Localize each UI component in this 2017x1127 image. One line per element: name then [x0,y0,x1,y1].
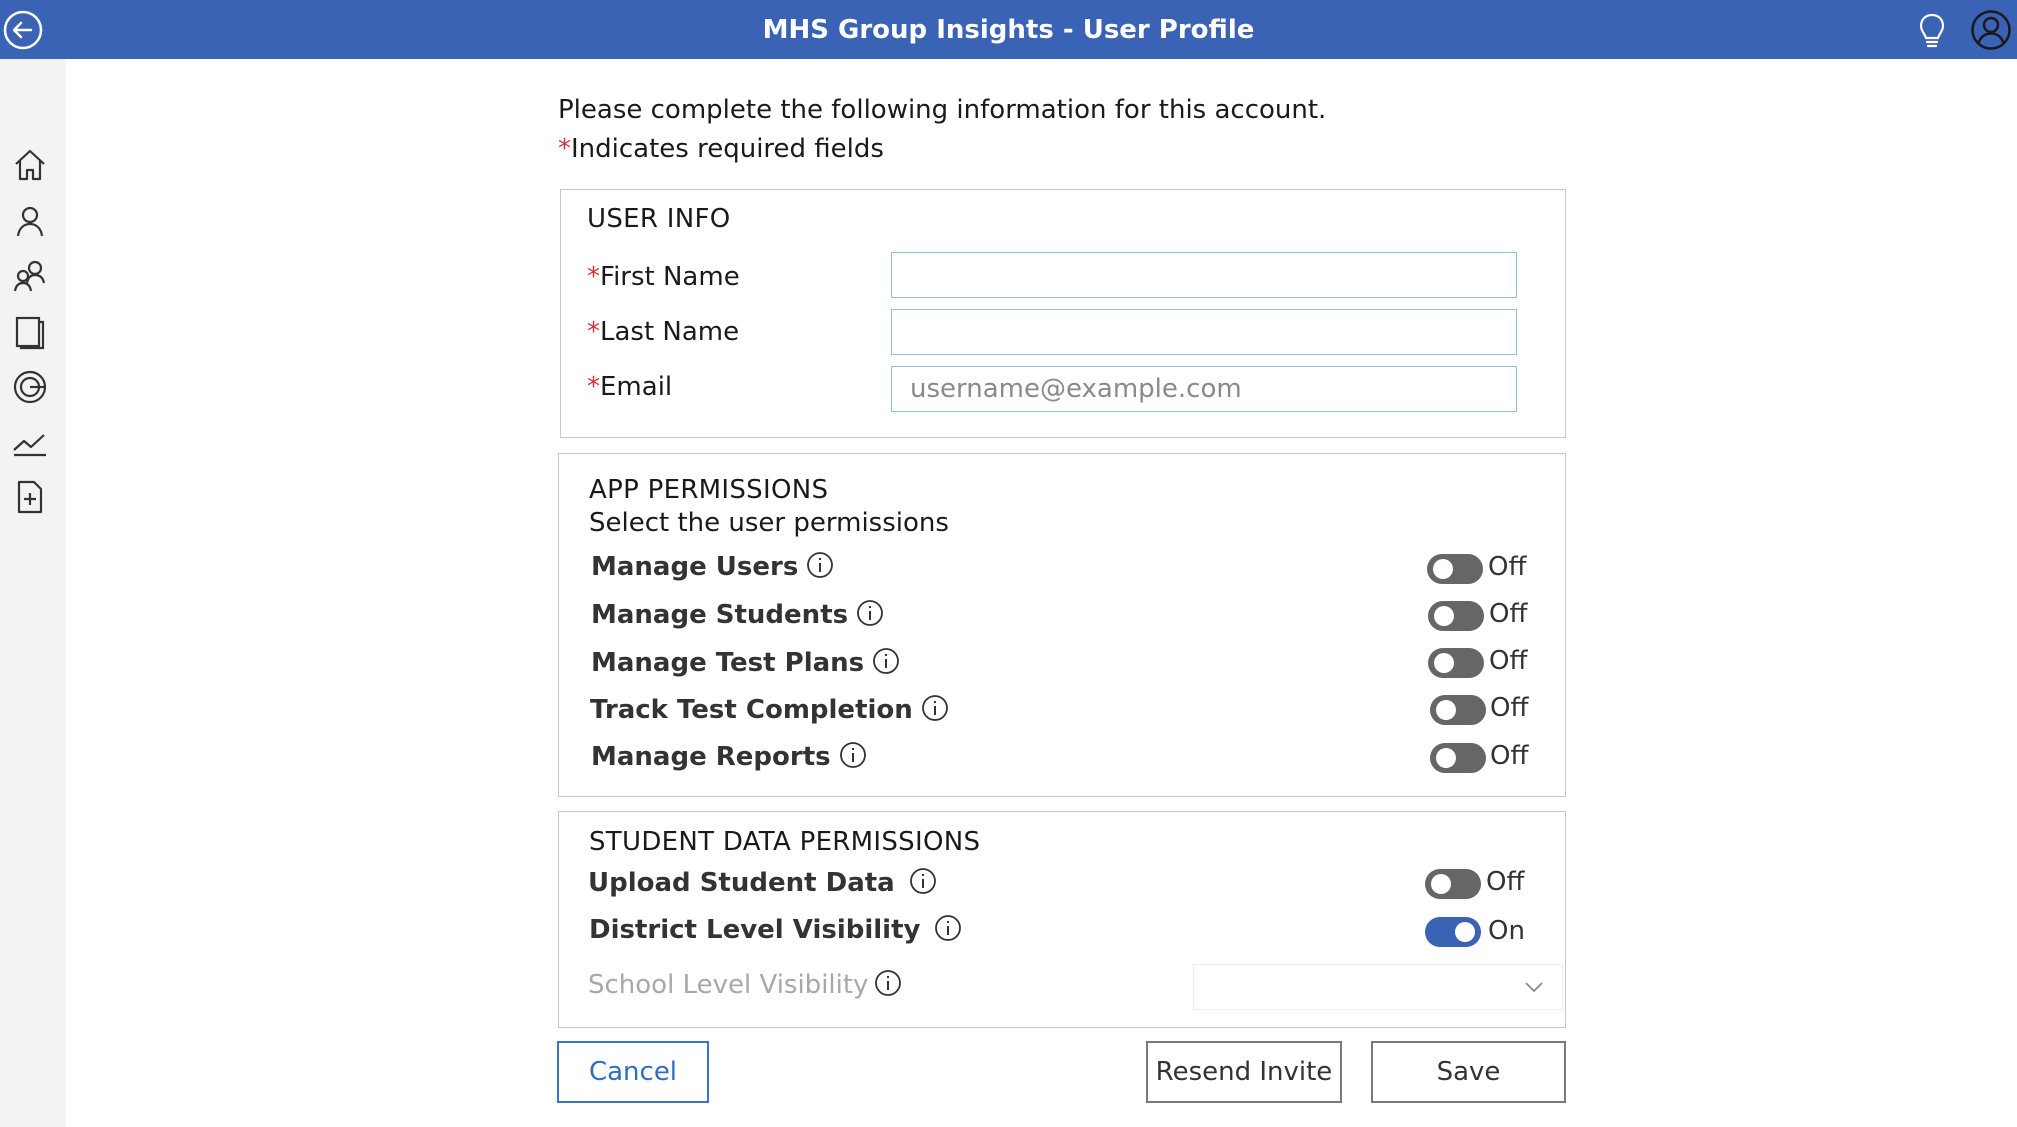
info-icon[interactable] [856,599,884,627]
manage-users-state: Off [1488,552,1527,582]
required-note: *Indicates required fields [558,134,884,164]
perm-upload-student-data-label: Upload Student Data [588,867,937,898]
manage-reports-state: Off [1490,741,1529,771]
add-document-icon[interactable] [11,478,49,516]
save-button[interactable]: Save [1371,1041,1566,1103]
student-data-permissions-section: STUDENT DATA PERMISSIONS Upload Student … [558,811,1566,1028]
account-icon[interactable] [1970,9,2012,51]
cancel-button[interactable]: Cancel [557,1041,709,1103]
info-icon[interactable] [839,741,867,769]
student-data-permissions-title: STUDENT DATA PERMISSIONS [589,827,981,857]
manage-test-plans-toggle[interactable] [1428,648,1484,678]
trend-chart-icon[interactable] [11,423,49,461]
lightbulb-icon[interactable] [1915,12,1949,50]
intro-text: Please complete the following informatio… [558,95,1327,125]
sidebar [0,59,66,1127]
top-bar: MHS Group Insights - User Profile [0,0,2017,59]
perm-manage-reports-label: Manage Reports [591,741,867,772]
last-name-label: *Last Name [587,317,740,347]
resend-invite-button[interactable]: Resend Invite [1146,1041,1342,1103]
first-name-input[interactable] [891,252,1517,298]
email-label: *Email [587,372,673,402]
perm-manage-users-label: Manage Users [591,551,834,582]
chevron-down-icon [1525,982,1543,993]
user-info-section: USER INFO *First Name *Last Name *Email [560,189,1566,438]
document-icon[interactable] [11,313,49,351]
school-level-visibility-label: School Level Visibility [588,969,902,1000]
info-icon[interactable] [921,694,949,722]
page-title: MHS Group Insights - User Profile [762,15,1255,45]
group-icon[interactable] [11,257,49,295]
track-test-completion-toggle[interactable] [1430,695,1486,725]
manage-reports-toggle[interactable] [1430,743,1486,773]
perm-district-level-visibility-label: District Level Visibility [589,914,962,945]
home-icon[interactable] [11,146,49,184]
perm-track-test-completion-label: Track Test Completion [590,694,949,725]
perm-manage-students-label: Manage Students [591,599,884,630]
district-level-visibility-state: On [1488,916,1525,946]
manage-users-toggle[interactable] [1427,554,1483,584]
school-level-visibility-dropdown[interactable] [1193,964,1563,1010]
perm-manage-test-plans-label: Manage Test Plans [591,647,900,678]
last-name-input[interactable] [891,309,1517,355]
upload-student-data-state: Off [1486,867,1525,897]
district-level-visibility-toggle[interactable] [1425,917,1481,947]
app-permissions-subtitle: Select the user permissions [589,508,949,538]
app-permissions-title: APP PERMISSIONS [589,475,829,505]
info-icon[interactable] [806,551,834,579]
manage-students-state: Off [1489,599,1528,629]
info-icon[interactable] [872,647,900,675]
track-test-completion-state: Off [1490,693,1529,723]
user-info-title: USER INFO [587,204,731,234]
info-icon[interactable] [909,867,937,895]
required-star: * [558,134,571,164]
app-permissions-section: APP PERMISSIONS Select the user permissi… [558,453,1566,797]
info-icon[interactable] [934,914,962,942]
first-name-label: *First Name [587,262,740,292]
manage-test-plans-state: Off [1489,646,1528,676]
analytics-icon[interactable] [11,368,49,406]
required-note-text: Indicates required fields [571,134,884,164]
email-input[interactable] [891,366,1517,412]
upload-student-data-toggle[interactable] [1425,869,1481,899]
user-icon[interactable] [11,202,49,240]
info-icon[interactable] [874,969,902,997]
manage-students-toggle[interactable] [1428,601,1484,631]
